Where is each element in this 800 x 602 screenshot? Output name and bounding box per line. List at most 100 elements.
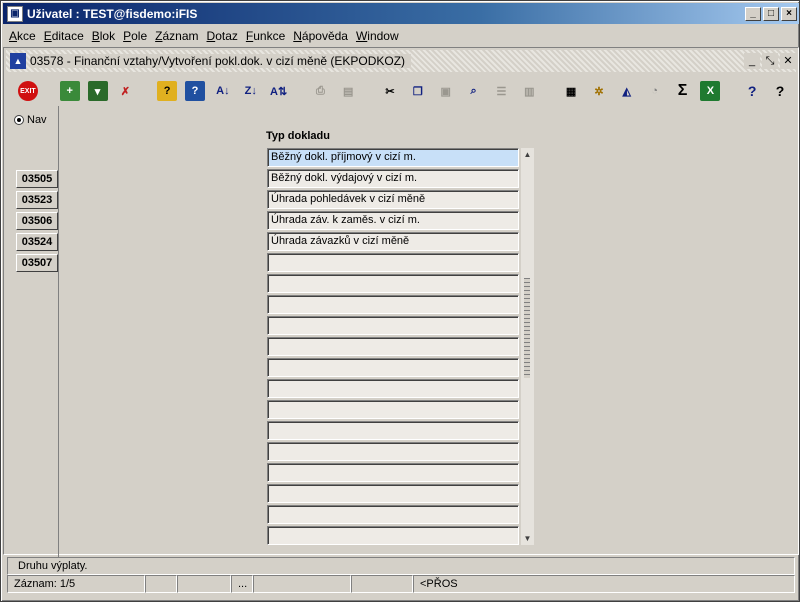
copy-button[interactable]: ❐ (406, 79, 430, 103)
scroll-grip[interactable] (524, 278, 530, 378)
scroll-down-icon[interactable]: ▼ (521, 532, 534, 545)
form-title-bar: ▲ 03578 - Finanční vztahy/Vytvoření pokl… (6, 50, 796, 72)
columns-icon: ▥ (524, 85, 535, 98)
list-item[interactable]: Běžný dokl. příjmový v cizí m. (267, 148, 519, 167)
menu-window[interactable]: Window (356, 29, 399, 43)
sort-multi-icon: A⇅ (270, 85, 288, 98)
list-item[interactable] (267, 526, 519, 545)
record-counter: Záznam: 1/5 (7, 575, 145, 593)
menu-blok[interactable]: Blok (92, 29, 115, 43)
query-execute-icon: ? (185, 81, 206, 101)
nav-button-03507[interactable]: 03507 (16, 254, 58, 272)
menu-napoveda[interactable]: Nápověda (293, 29, 348, 43)
print-preview-button[interactable]: ▤ (336, 79, 360, 103)
clock-button[interactable]: ◔ (643, 79, 667, 103)
cut-button[interactable]: ✂ (378, 79, 402, 103)
sort-asc-icon: A↓ (216, 85, 230, 97)
chart-button[interactable]: ◭ (615, 79, 639, 103)
title-bar: ▣ Uživatel : TEST@fisdemo:iFIS _ □ × (3, 3, 799, 24)
insert-record-button[interactable]: + (58, 79, 82, 103)
list-item[interactable]: Úhrada záv. k zaměs. v cizí m. (267, 211, 519, 230)
save-button[interactable]: ▾ (86, 79, 110, 103)
list-icon: ☰ (496, 85, 507, 98)
settings-button[interactable]: ✲ (587, 79, 611, 103)
form-title: 03578 - Finanční vztahy/Vytvoření pokl.d… (30, 54, 412, 68)
excel-button[interactable]: X (698, 79, 722, 103)
list-item[interactable] (267, 253, 519, 272)
close-button[interactable]: × (781, 6, 797, 21)
chart-icon: ◭ (622, 85, 632, 98)
help-icon: ? (747, 83, 757, 99)
query-execute-button[interactable]: ? (183, 79, 207, 103)
help-button[interactable]: ? (740, 79, 764, 103)
list-item[interactable] (267, 505, 519, 524)
list-item[interactable] (267, 295, 519, 314)
save-icon: ▾ (87, 81, 108, 101)
minimize-button[interactable]: _ (745, 6, 761, 21)
menu-bar: Akce Editace Blok Pole Záznam Dotaz Funk… (3, 26, 799, 46)
list-item[interactable] (267, 421, 519, 440)
menu-akce[interactable]: Akce (9, 29, 36, 43)
menu-pole[interactable]: Pole (123, 29, 147, 43)
block-label: Typ dokladu (266, 130, 330, 142)
menu-dotaz[interactable]: Dotaz (207, 29, 238, 43)
list-item[interactable] (267, 463, 519, 482)
copy-icon: ❐ (412, 85, 423, 98)
menu-zaznam[interactable]: Záznam (155, 29, 198, 43)
sum-button[interactable]: Σ (671, 79, 695, 103)
columns-button[interactable]: ▥ (517, 79, 541, 103)
list-item[interactable] (267, 274, 519, 293)
print-button[interactable]: ⎙ (308, 79, 332, 103)
form-minimize-button[interactable]: _ (744, 53, 760, 69)
sort-desc-button[interactable]: Z↓ (239, 79, 263, 103)
sum-icon: Σ (677, 82, 688, 99)
delete-record-icon: ✗ (120, 85, 131, 98)
exit-button[interactable]: EXIT (16, 79, 40, 103)
sort-multi-button[interactable]: A⇅ (267, 79, 291, 103)
menu-editace[interactable]: Editace (44, 29, 84, 43)
paste-button[interactable]: ▣ (434, 79, 458, 103)
nav-button-03506[interactable]: 03506 (16, 212, 58, 230)
form-restore-button[interactable]: ⤡ (762, 53, 778, 69)
status-cell (253, 575, 351, 593)
list-item[interactable] (267, 484, 519, 503)
settings-icon: ✲ (594, 85, 604, 98)
nav-button-03505[interactable]: 03505 (16, 170, 58, 188)
list-button[interactable]: ☰ (490, 79, 514, 103)
list-item[interactable] (267, 379, 519, 398)
scroll-up-icon[interactable]: ▲ (521, 148, 534, 161)
list-item[interactable]: Běžný dokl. výdajový v cizí m. (267, 169, 519, 188)
menu-funkce[interactable]: Funkce (246, 29, 285, 43)
window-title: Uživatel : TEST@fisdemo:iFIS (27, 6, 198, 21)
app-window-icon: ▣ (7, 5, 23, 22)
list-item[interactable]: Úhrada pohledávek v cizí měně (267, 190, 519, 209)
query-enter-icon: ? (157, 81, 178, 101)
list-item[interactable]: Úhrada závazků v cizí měně (267, 232, 519, 251)
calculator-button[interactable]: ▦ (559, 79, 583, 103)
find-button[interactable]: ⌕ (462, 79, 486, 103)
vertical-scrollbar[interactable]: ▲ ▼ (521, 148, 534, 545)
form-window: ▲ 03578 - Finanční vztahy/Vytvoření pokl… (3, 47, 799, 558)
clock-icon: ◔ (651, 85, 658, 97)
cut-icon: ✂ (385, 85, 395, 98)
maximize-button[interactable]: □ (763, 6, 779, 21)
list-item[interactable] (267, 442, 519, 461)
list-item[interactable] (267, 316, 519, 335)
list-item[interactable] (267, 400, 519, 419)
query-enter-button[interactable]: ? (155, 79, 179, 103)
list-item[interactable] (267, 358, 519, 377)
status-cell (177, 575, 231, 593)
delete-record-button[interactable]: ✗ (113, 79, 137, 103)
sort-asc-button[interactable]: A↓ (211, 79, 235, 103)
context-help-button[interactable]: ? (768, 79, 792, 103)
nav-button-03524[interactable]: 03524 (16, 233, 58, 251)
status-ellipsis: ... (231, 575, 253, 593)
nav-panel: 03505 03523 03506 03524 03507 (12, 106, 59, 558)
list-item[interactable] (267, 337, 519, 356)
context-help-icon: ? (775, 83, 785, 99)
form-close-button[interactable]: ✕ (780, 53, 796, 69)
nav-button-03523[interactable]: 03523 (16, 191, 58, 209)
sort-desc-icon: Z↓ (244, 85, 257, 97)
form-icon: ▲ (10, 53, 26, 69)
calculator-icon: ▦ (565, 85, 577, 98)
